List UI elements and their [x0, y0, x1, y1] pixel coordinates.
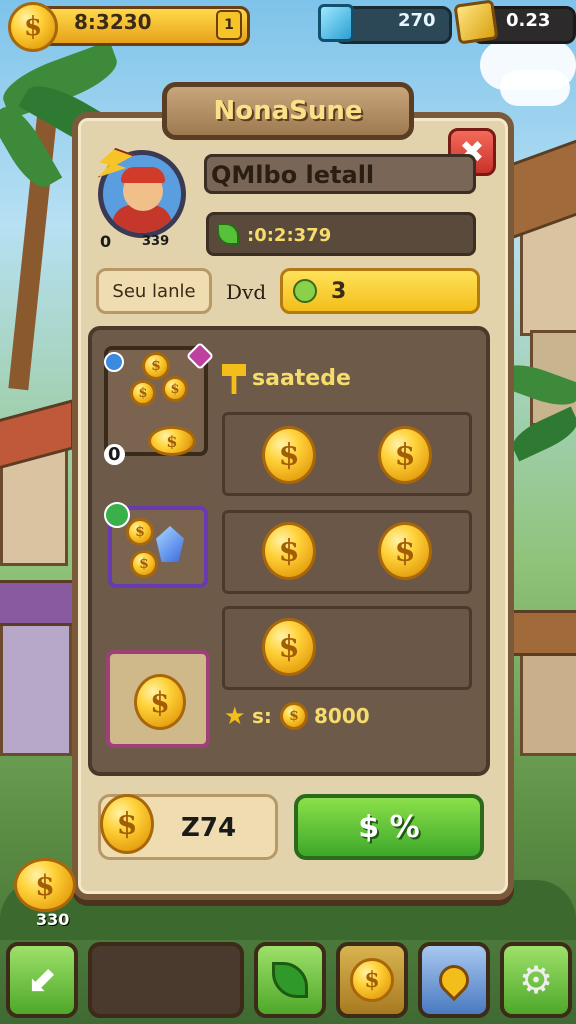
side-counter: 330: [36, 910, 70, 929]
player-name: QMlbo letall: [211, 161, 375, 189]
coin-icon: $: [262, 426, 316, 484]
reward-slot-3[interactable]: [222, 606, 472, 690]
gems-value: 270: [398, 10, 436, 31]
leaf-icon: [217, 223, 239, 245]
coin-icon: $: [378, 522, 432, 580]
gold-value: 0.23: [506, 10, 551, 31]
item-card-1[interactable]: $ $ $ $: [104, 341, 215, 456]
gear-icon: ⚙: [518, 958, 554, 1002]
coin-icon: $: [8, 2, 58, 52]
coin-icon: $: [14, 858, 76, 912]
pin-icon: [432, 958, 476, 1002]
buy-amount: Z74: [181, 813, 237, 843]
clover-icon: [293, 279, 317, 303]
avatar-level-right: 339: [142, 234, 170, 249]
coins-badge[interactable]: 1: [216, 10, 242, 40]
buy-button[interactable]: $ %: [294, 794, 484, 860]
nav-back-button[interactable]: ⬋: [6, 942, 78, 1018]
coins-value: 8:3230: [74, 10, 152, 34]
tab-button-label: Seu lanle: [112, 280, 196, 302]
item-card-3[interactable]: $: [106, 650, 210, 748]
coin-icon: $: [142, 352, 170, 380]
panel-title-text: NonaSune: [213, 96, 363, 126]
reward-slot-2[interactable]: [222, 510, 472, 594]
nav-leaf-button[interactable]: [254, 942, 326, 1018]
coin-icon: $: [148, 426, 196, 456]
tab-button[interactable]: Seu lanle: [96, 268, 212, 314]
coin-icon: $: [162, 376, 188, 402]
item-card-2[interactable]: $ $: [104, 502, 208, 588]
dvd-label: Dvd: [226, 280, 267, 304]
gold-chest-icon: [453, 0, 499, 45]
player-name-bar: QMlbo letall: [204, 154, 476, 194]
coin-icon: $: [378, 426, 432, 484]
coin-icon: $: [350, 958, 394, 1002]
crystal-icon: [156, 526, 184, 562]
reward-slot-1[interactable]: [222, 412, 472, 496]
xp-bar: :0:2:379: [206, 212, 476, 256]
avatar-level-left: 0: [100, 232, 112, 251]
section-title: saatede: [252, 366, 351, 391]
xp-value: :0:2:379: [247, 225, 332, 246]
coin-icon: $: [130, 550, 158, 578]
coin-icon: $: [100, 794, 154, 854]
coins-badge-label: 1: [224, 17, 234, 33]
coin-icon: $: [130, 380, 156, 406]
nav-settings-button[interactable]: ⚙: [500, 942, 572, 1018]
star-icon: ★: [224, 702, 246, 730]
buy-button-label: $ %: [358, 809, 420, 845]
coin-icon: $: [262, 522, 316, 580]
currency-amount: 3: [331, 278, 347, 304]
nav-coin-button[interactable]: $: [336, 942, 408, 1018]
coin-icon: $: [126, 518, 154, 546]
nav-map-button[interactable]: [418, 942, 490, 1018]
coin-icon: $: [280, 702, 308, 730]
reward-amount: 8000: [314, 704, 370, 728]
nav-empty-slot[interactable]: [88, 942, 244, 1018]
coin-icon: $: [134, 674, 186, 730]
reward-text: s:: [252, 704, 272, 728]
row1-badge: 0: [104, 444, 125, 465]
arrow-icon: ⬋: [26, 959, 58, 1001]
panel-title: NonaSune: [162, 82, 414, 140]
coin-icon: $: [262, 618, 316, 676]
gem-cube-icon: [318, 4, 354, 42]
currency-bar: 3: [280, 268, 480, 314]
leaf-icon: [272, 962, 308, 998]
